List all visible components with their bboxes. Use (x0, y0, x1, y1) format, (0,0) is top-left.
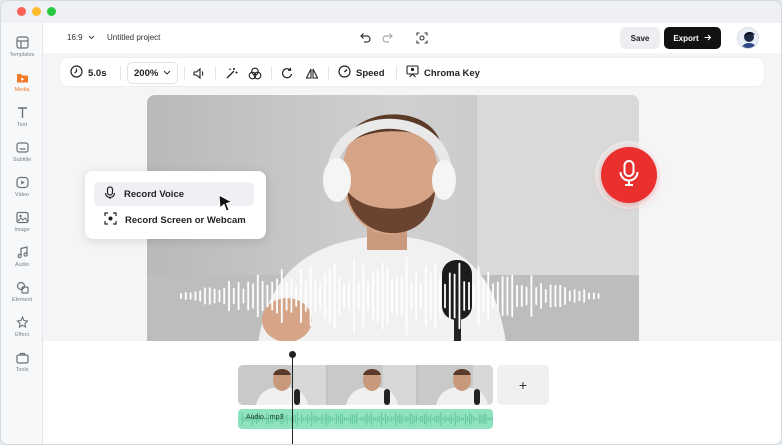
flip-icon[interactable] (305, 62, 319, 84)
speed-label: Speed (356, 67, 385, 79)
magic-wand-icon[interactable] (225, 62, 238, 84)
export-button-label: Export (673, 33, 699, 43)
sidebar-item-label: Image (14, 227, 30, 233)
chroma-key-icon (406, 65, 419, 81)
zoom-dropdown[interactable]: 200% (127, 62, 179, 84)
toolbar-divider (396, 66, 397, 80)
sidebar-item-tools[interactable]: Tools (1, 348, 43, 382)
video-icon (15, 175, 29, 189)
cursor-arrow-icon (217, 193, 235, 218)
sidebar-item-label: Audio (14, 262, 30, 268)
record-voice-label: Record Voice (124, 188, 185, 200)
duration-value: 5.0s (88, 67, 107, 79)
save-button[interactable]: Save (620, 27, 660, 49)
chroma-key-button[interactable]: Chroma Key (406, 62, 480, 84)
playhead-handle[interactable] (289, 351, 296, 358)
minimize-window-button[interactable] (32, 7, 41, 16)
screen-record-icon (104, 212, 117, 228)
sidebar-item-audio[interactable]: Audio (1, 243, 43, 277)
zoom-value: 200% (134, 67, 159, 79)
video-clip-thumbnail (238, 365, 326, 405)
export-button[interactable]: Export (664, 27, 721, 49)
volume-icon[interactable] (192, 62, 205, 84)
close-window-button[interactable] (17, 7, 26, 16)
sidebar-item-label: Element (11, 297, 33, 303)
video-clip-thumbnail (328, 365, 416, 405)
templates-icon (15, 35, 29, 49)
subtitle-icon (15, 140, 29, 154)
sidebar-item-templates[interactable]: Templates (1, 33, 43, 67)
chevron-down-icon (88, 33, 95, 42)
sidebar-item-label: Media (14, 87, 30, 93)
audio-clip-name: Audio...mp3 (246, 414, 284, 421)
sidebar-item-label: Text (16, 122, 28, 128)
chevron-down-icon (163, 68, 171, 79)
preview-icon[interactable] (415, 31, 429, 45)
clock-icon (70, 65, 83, 81)
clip-toolbar: 5.0s 200% Speed Chroma Key (59, 57, 765, 87)
sidebar-item-element[interactable]: Element (1, 278, 43, 312)
effect-icon (15, 315, 29, 329)
video-clip-thumbnail (418, 365, 493, 405)
toolbar-divider (184, 66, 185, 80)
sidebar-item-video[interactable]: Video (1, 173, 43, 207)
image-icon (15, 210, 29, 224)
aspect-ratio-value: 16:9 (67, 33, 83, 42)
playhead[interactable] (292, 353, 293, 444)
title-bar (1, 1, 781, 23)
aspect-ratio-dropdown[interactable]: 16:9 (67, 33, 95, 42)
record-menu: Record Voice Record Screen or Webcam (85, 171, 266, 239)
voice-waveform (180, 256, 600, 336)
rotate-icon[interactable] (281, 62, 294, 84)
project-name[interactable]: Untitled project (107, 33, 160, 42)
sidebar-item-label: Subtitle (12, 157, 32, 163)
toolbar-divider (328, 66, 329, 80)
media-icon (15, 70, 29, 84)
sidebar-item-image[interactable]: Image (1, 208, 43, 242)
sidebar-item-effect[interactable]: Effect (1, 313, 43, 347)
sidebar-item-label: Tools (15, 367, 29, 373)
microphone-icon (618, 159, 640, 192)
sidebar-item-text[interactable]: Text (1, 103, 43, 137)
left-sidebar: Templates Media Text Subtitle Video Imag… (1, 23, 43, 444)
sidebar-item-subtitle[interactable]: Subtitle (1, 138, 43, 172)
toolbar-divider (271, 66, 272, 80)
audio-icon (15, 245, 29, 259)
sidebar-item-label: Effect (15, 332, 29, 338)
top-bar: 16:9 Untitled project Save Export (43, 23, 781, 53)
duration-control[interactable]: 5.0s (70, 62, 107, 84)
record-voice-button[interactable] (601, 147, 657, 203)
audio-track[interactable]: Audio...mp3 (238, 409, 493, 429)
sidebar-item-media[interactable]: Media (1, 68, 43, 102)
toolbar-divider (215, 66, 216, 80)
text-icon (15, 105, 29, 119)
avatar[interactable] (737, 27, 759, 49)
maximize-window-button[interactable] (47, 7, 56, 16)
sidebar-item-label: Templates (9, 52, 35, 58)
sidebar-item-label: Video (15, 192, 29, 198)
microphone-icon (104, 185, 116, 203)
speedometer-icon (338, 65, 351, 81)
arrow-right-icon (704, 34, 712, 43)
editor-window: Templates Media Text Subtitle Video Imag… (0, 0, 782, 445)
tools-icon (15, 350, 29, 364)
undo-icon[interactable] (358, 31, 372, 45)
video-clip-thumbnails (238, 365, 493, 405)
speed-button[interactable]: Speed (338, 62, 385, 84)
redo-icon[interactable] (381, 31, 395, 45)
toolbar-divider (120, 66, 121, 80)
video-track[interactable] (238, 365, 493, 405)
add-clip-button[interactable]: + (497, 365, 549, 405)
chroma-key-label: Chroma Key (424, 67, 480, 79)
element-icon (15, 280, 29, 294)
filters-icon[interactable] (248, 62, 262, 84)
